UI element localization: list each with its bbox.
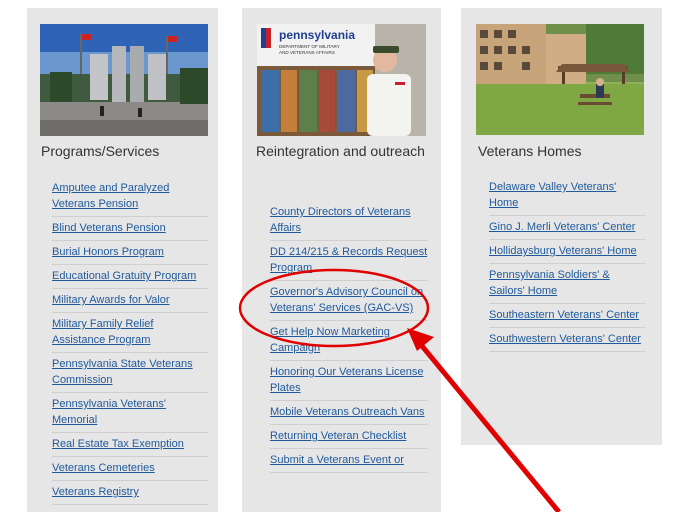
programs-services-card: Programs/Services Amputee and Paralyzed …	[27, 8, 218, 512]
link-gino-merli-center[interactable]: Gino J. Merli Veterans' Center	[489, 219, 645, 235]
poster-brand-text: pennsylvania	[279, 28, 355, 42]
veterans-homes-heading: Veterans Homes	[478, 143, 582, 159]
poster-sub1-text: DEPARTMENT OF MILITARY	[279, 44, 340, 49]
link-educational-gratuity[interactable]: Educational Gratuity Program	[52, 268, 208, 284]
link-military-awards-valor[interactable]: Military Awards for Valor	[52, 292, 208, 308]
link-burial-honors[interactable]: Burial Honors Program	[52, 244, 208, 260]
link-county-directors[interactable]: County Directors of Veterans Affairs	[270, 204, 428, 236]
reintegration-outreach-heading: Reintegration and outreach	[256, 143, 425, 159]
link-get-help-now-campaign[interactable]: Get Help Now Marketing Campaign	[270, 324, 428, 356]
link-delaware-valley-home[interactable]: Delaware Valley Veterans' Home	[489, 179, 645, 211]
veterans-home-photo	[476, 24, 644, 135]
memorial-photo	[40, 24, 208, 136]
link-veterans-cemeteries[interactable]: Veterans Cemeteries	[52, 460, 208, 476]
link-military-family-relief[interactable]: Military Family Relief Assistance Progra…	[52, 316, 208, 348]
link-real-estate-tax-exemption[interactable]: Real Estate Tax Exemption	[52, 436, 208, 452]
link-returning-veteran-checklist[interactable]: Returning Veteran Checklist	[270, 428, 428, 444]
link-soldiers-sailors-home[interactable]: Pennsylvania Soldiers' & Sailors' Home	[489, 267, 645, 299]
link-hollidaysburg-home[interactable]: Hollidaysburg Veterans' Home	[489, 243, 645, 259]
link-governors-advisory-council[interactable]: Governor's Advisory Council on Veterans'…	[270, 284, 428, 316]
veterans-homes-link-list: Delaware Valley Veterans' Home Gino J. M…	[489, 176, 645, 352]
link-dd214-records-request[interactable]: DD 214/215 & Records Request Program	[270, 244, 428, 276]
reintegration-outreach-card: pennsylvania DEPARTMENT OF MILITARY AND …	[242, 8, 441, 512]
link-honoring-veterans-plates[interactable]: Honoring Our Veterans License Plates	[270, 364, 428, 396]
link-veterans-registry[interactable]: Veterans Registry	[52, 484, 208, 500]
link-veterans-memorial[interactable]: Pennsylvania Veterans' Memorial	[52, 396, 208, 428]
link-southeastern-center[interactable]: Southeastern Veterans' Center	[489, 307, 645, 323]
poster-veteran-photo: pennsylvania DEPARTMENT OF MILITARY AND …	[257, 24, 426, 136]
programs-services-heading: Programs/Services	[41, 143, 160, 159]
reintegration-link-list: County Directors of Veterans Affairs DD …	[270, 201, 428, 473]
link-mobile-outreach-vans[interactable]: Mobile Veterans Outreach Vans	[270, 404, 428, 420]
programs-services-link-list: Amputee and Paralyzed Veterans Pension B…	[52, 177, 208, 505]
link-amputee-paralyzed-pension[interactable]: Amputee and Paralyzed Veterans Pension	[52, 180, 208, 212]
link-southwestern-center[interactable]: Southwestern Veterans' Center	[489, 331, 645, 347]
link-state-veterans-commission[interactable]: Pennsylvania State Veterans Commission	[52, 356, 208, 388]
link-submit-veterans-event[interactable]: Submit a Veterans Event or	[270, 452, 428, 468]
poster-sub2-text: AND VETERANS AFFAIRS	[279, 50, 335, 55]
veterans-homes-card: Veterans Homes Delaware Valley Veterans'…	[461, 8, 662, 445]
link-blind-veterans-pension[interactable]: Blind Veterans Pension	[52, 220, 208, 236]
